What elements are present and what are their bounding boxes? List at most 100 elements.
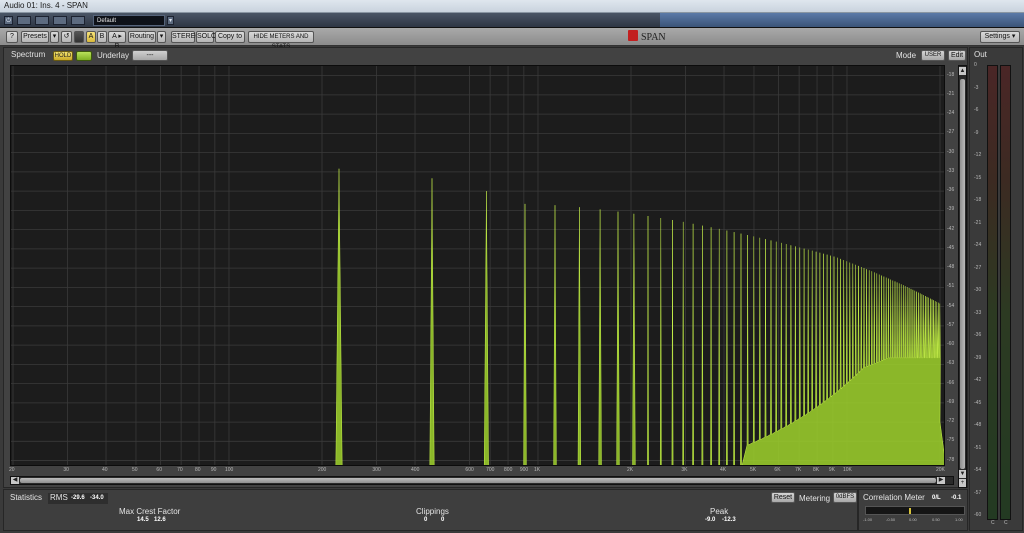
y-tick-label: -78 xyxy=(947,456,955,463)
x-tick-label: 600 xyxy=(465,467,474,473)
x-tick-label: 2K xyxy=(627,467,634,473)
y-tick-label: -30 xyxy=(947,148,955,155)
metering-select[interactable]: 0dBFS xyxy=(833,492,857,503)
a-button[interactable]: A xyxy=(86,31,96,43)
y-tick-label: -42 xyxy=(947,225,955,232)
presets-button[interactable]: Presets xyxy=(21,31,49,43)
mode-edit-button[interactable]: Edit xyxy=(948,50,966,61)
help-button[interactable]: ? xyxy=(6,31,18,43)
window-title: Audio 01: Ins. 4 - SPAN xyxy=(4,1,88,10)
x-tick-label: 900 xyxy=(519,467,529,473)
correlation-needle xyxy=(909,508,912,514)
y-tick-label: -27 xyxy=(947,129,955,136)
correlation-scale-label: 1.00 xyxy=(955,517,963,522)
rms-left-value: -29.6 xyxy=(71,495,85,501)
output-tick-label: -60 xyxy=(974,512,982,518)
x-tick-label: 100 xyxy=(224,467,234,473)
x-tick-label: 40 xyxy=(102,467,108,473)
reset-button[interactable]: Reset xyxy=(771,492,795,503)
hold-toggle[interactable] xyxy=(76,51,92,61)
correlation-mode: 0/L xyxy=(932,495,941,501)
zoom-plus-icon[interactable]: + xyxy=(959,479,966,487)
routing-button[interactable]: Routing xyxy=(128,31,156,43)
x-tick-label: 7K xyxy=(795,467,802,473)
statistics-panel: Statistics RMS -29.6 -34.0 Max Crest Fac… xyxy=(3,489,858,531)
x-tick-label: 30 xyxy=(63,467,69,473)
correlation-label: Correlation Meter xyxy=(863,493,925,502)
output-tick-label: -39 xyxy=(974,354,982,361)
solo-button[interactable]: SOLO xyxy=(196,31,216,43)
stereo-button[interactable]: STEREO xyxy=(171,31,201,43)
host-preset-menu-icon[interactable]: ▾ xyxy=(167,16,174,25)
peak-label: Peak xyxy=(710,507,729,516)
crest-label: Max Crest Factor xyxy=(119,507,181,516)
plugin-toolbar: ? Presets ▾ ↺ A B A ▸ B Routing ▾ STEREO… xyxy=(0,28,1024,50)
output-tick-label: -3 xyxy=(974,84,979,91)
host-button-4[interactable] xyxy=(71,16,85,25)
output-tick-label: -27 xyxy=(974,264,982,271)
brand-logo: SPAN xyxy=(628,30,666,44)
spectrum-plot[interactable] xyxy=(10,65,945,466)
x-tick-label: 50 xyxy=(131,467,138,473)
x-tick-label: 20K xyxy=(936,467,945,473)
y-tick-label: -45 xyxy=(947,244,955,251)
scroll-left-icon[interactable]: ◀ xyxy=(11,477,19,484)
brand-name: SPAN xyxy=(641,32,666,43)
spectrum-panel: Spectrum HOLD Underlay --- Mode USER Edi… xyxy=(3,47,968,488)
y-tick-label: -66 xyxy=(947,379,955,386)
a-to-b-button[interactable]: A ▸ B xyxy=(108,31,126,50)
output-tick-label: -42 xyxy=(974,377,982,383)
power-icon[interactable]: ⏻ xyxy=(4,16,13,25)
scroll-right-icon[interactable]: ▶ xyxy=(937,477,945,484)
scroll-up-icon[interactable]: ▲ xyxy=(959,67,966,75)
spectrum-label: Spectrum xyxy=(11,50,46,59)
y-tick-label: -21 xyxy=(947,90,955,97)
y-tick-label: -69 xyxy=(947,398,955,405)
output-tick-label: -30 xyxy=(974,287,982,293)
redo-button[interactable] xyxy=(74,31,84,43)
hold-button[interactable]: HOLD xyxy=(53,51,73,61)
host-bar: ⏻ Default ▾ xyxy=(0,13,1024,28)
output-tick-label: -48 xyxy=(974,422,982,428)
host-button-2[interactable] xyxy=(35,16,49,25)
host-button-1[interactable] xyxy=(17,16,31,25)
presets-dropdown-icon[interactable]: ▾ xyxy=(50,31,59,43)
scroll-down-icon[interactable]: ▼ xyxy=(959,470,966,478)
settings-button[interactable]: Settings ▾ xyxy=(980,31,1020,43)
horizontal-scroll-thumb[interactable] xyxy=(20,478,936,483)
x-tick-label: 60 xyxy=(156,467,162,473)
b-button[interactable]: B xyxy=(97,31,107,43)
output-label: Out xyxy=(974,50,987,59)
mode-label: Mode xyxy=(896,51,917,60)
hide-meters-button[interactable]: HIDE METERS AND STATS xyxy=(248,31,314,50)
output-bottom-left: C xyxy=(991,520,995,526)
x-tick-label: 10K xyxy=(842,467,852,473)
output-tick-label: -6 xyxy=(974,107,979,113)
y-tick-label: -54 xyxy=(947,302,955,309)
clippings-right-value: 0 xyxy=(441,517,445,523)
host-button-3[interactable] xyxy=(53,16,67,25)
y-tick-label: -39 xyxy=(947,206,955,213)
host-right-strip xyxy=(660,13,1024,27)
output-tick-label: -57 xyxy=(974,489,982,496)
horizontal-scrollbar[interactable]: ◀ ▶ xyxy=(10,476,954,485)
y-tick-label: -75 xyxy=(947,437,955,444)
peak-left-value: -9.0 xyxy=(705,517,716,523)
output-tick-label: -9 xyxy=(974,129,979,136)
host-preset-field[interactable]: Default xyxy=(93,15,165,26)
copy-to-button[interactable]: Copy to xyxy=(215,31,245,43)
output-tick-label: 0 xyxy=(974,62,977,68)
undo-button[interactable]: ↺ xyxy=(61,31,72,43)
correlation-scale-label: 0.00 xyxy=(909,517,917,522)
routing-dropdown-icon[interactable]: ▾ xyxy=(157,31,166,43)
spectrum-svg xyxy=(11,66,944,465)
vertical-scrollbar[interactable]: ▲ ▼ + xyxy=(958,65,967,488)
vertical-scroll-thumb[interactable] xyxy=(960,79,965,469)
x-tick-label: 200 xyxy=(318,467,327,473)
x-tick-label: 4K xyxy=(720,467,727,473)
mode-select[interactable]: USER xyxy=(921,50,945,61)
x-tick-label: 70 xyxy=(177,467,183,473)
underlay-select[interactable]: --- xyxy=(132,50,168,61)
x-tick-label: 6K xyxy=(774,467,781,473)
crest-left-value: 14.5 xyxy=(137,517,149,523)
